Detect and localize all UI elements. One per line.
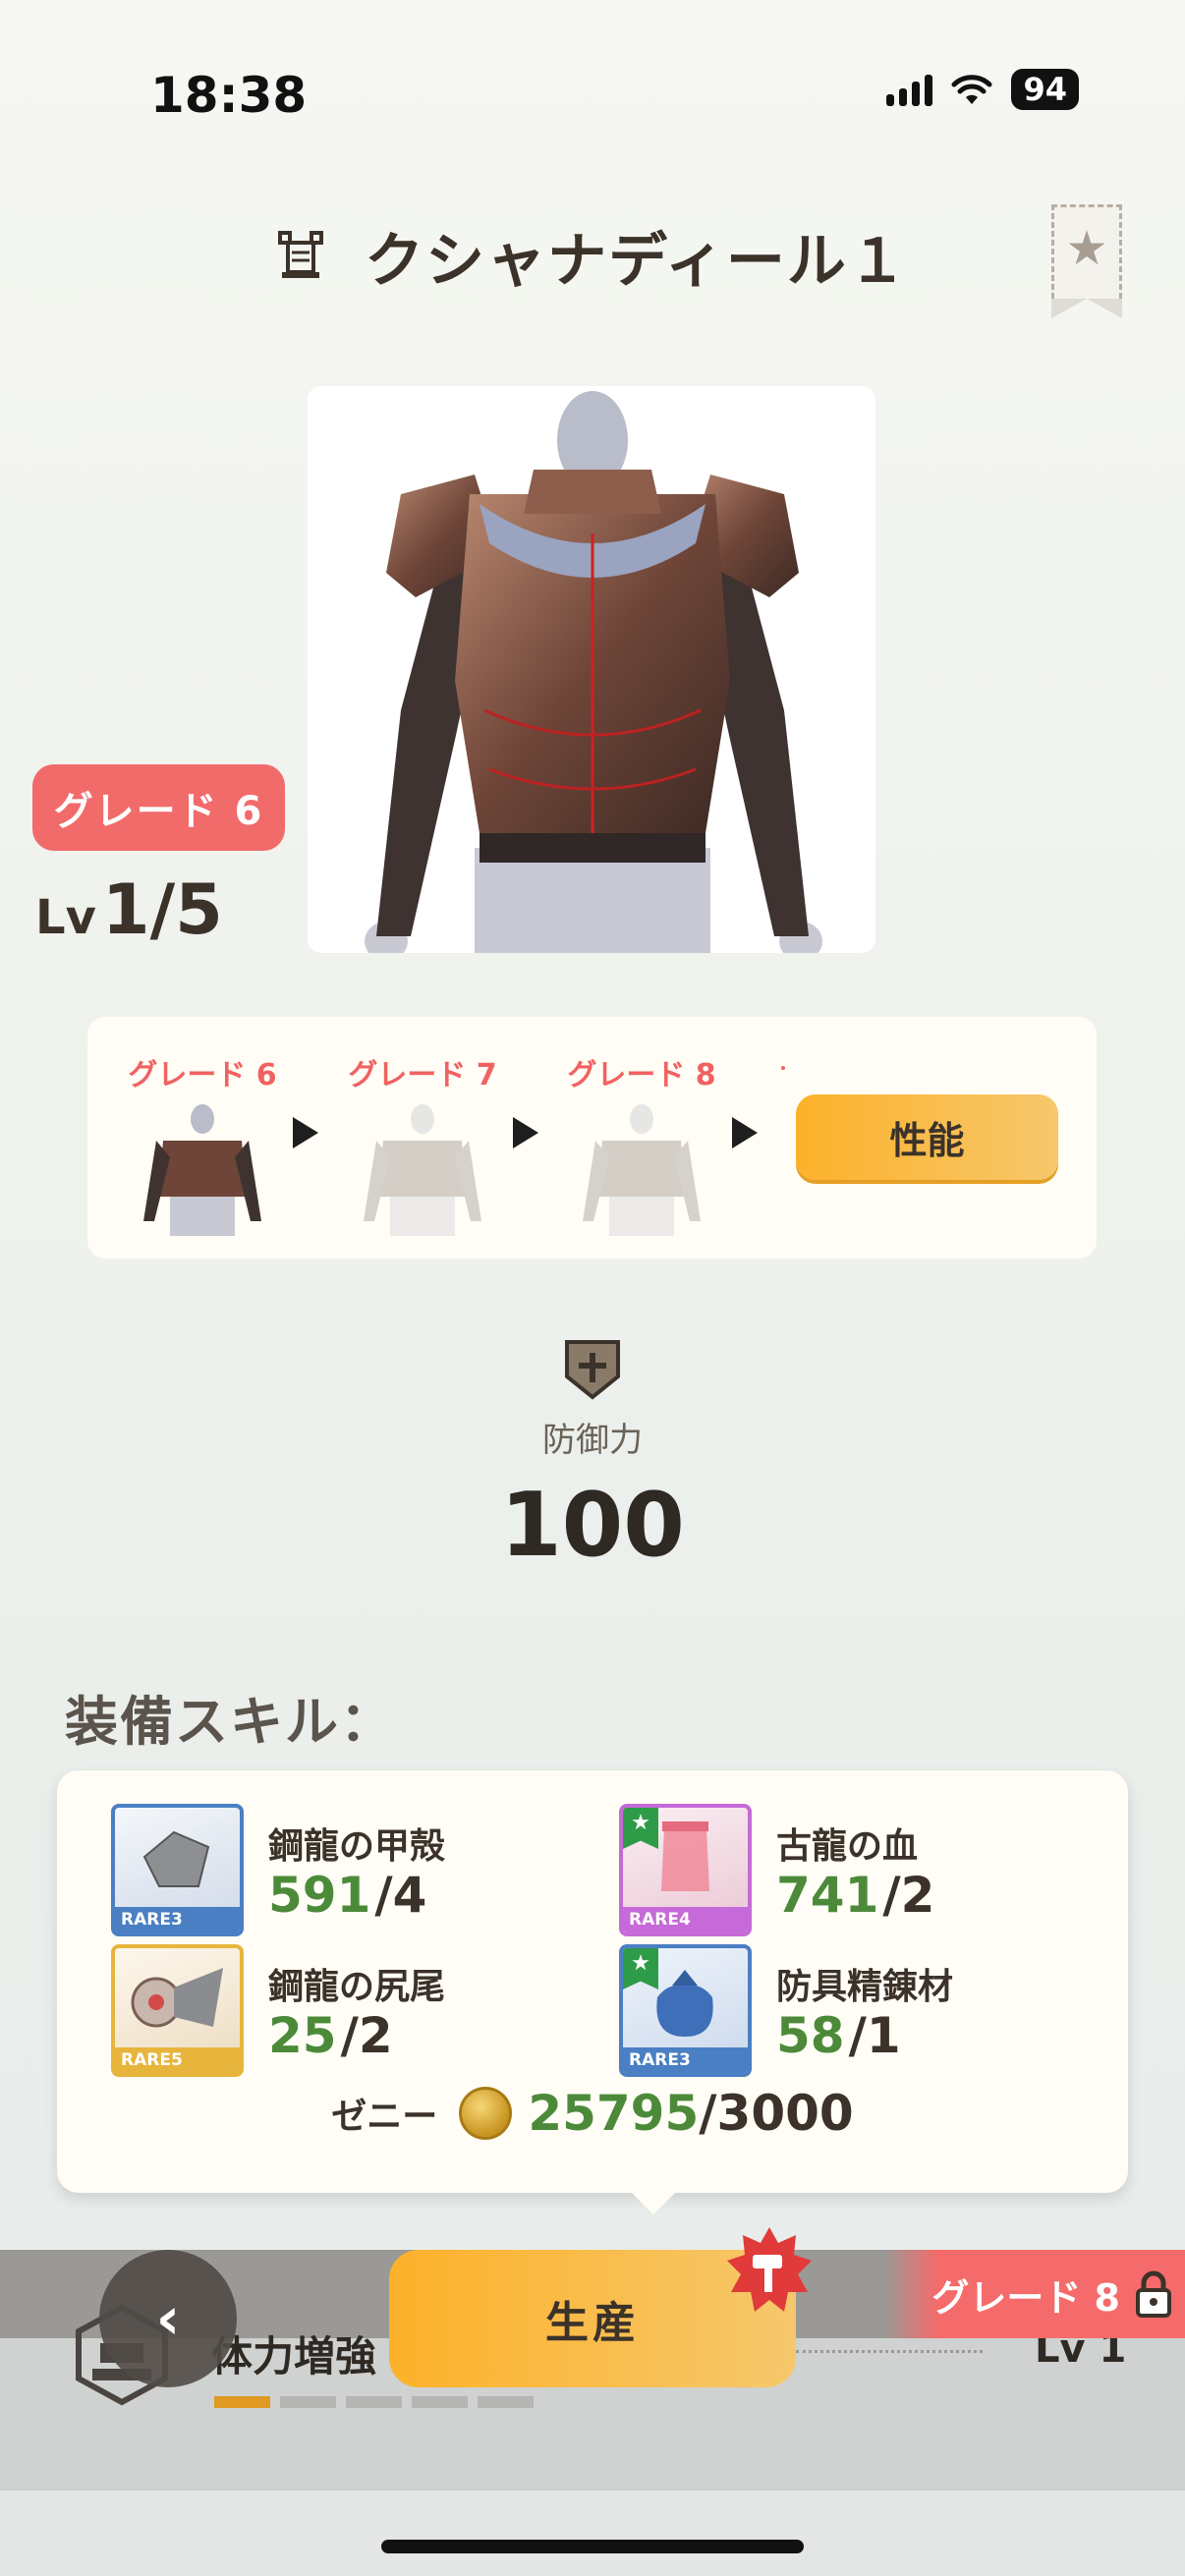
home-area [0,2491,1185,2576]
armor-preview [308,386,875,953]
chevron-left-icon: ‹ [155,2284,181,2353]
skills-title: 装備スキル： [65,1691,395,1753]
status-icons: 94 [886,69,1079,110]
defense-label: 防御力 [542,1421,643,1460]
rarity-label: RARE3 [623,2047,748,2073]
material-item[interactable]: RARE5 鋼龍の尻尾 25/2 [111,1944,563,2077]
material-name: 鋼龍の甲殻 [268,1826,446,1867]
rarity-label: RARE5 [115,2047,240,2073]
defense-value: 100 [500,1474,685,1577]
item-level: Lv 1/5 [35,869,223,950]
material-item[interactable]: ★ RARE3 防具精錬材 58/1 [619,1944,1071,2077]
arrow-icon [513,1117,538,1148]
coin-icon [459,2087,513,2140]
page-header: クシャナディール１ [0,211,1185,300]
materials-panel: RARE3 鋼龍の甲殻 591/4 ★ RARE4 古龍の血 741/2 RAR… [57,1770,1128,2214]
progress-segment [280,2396,336,2408]
zeny-label: ゼニー [331,2097,438,2137]
material-item[interactable]: ★ RARE4 古龍の血 741/2 [619,1804,1071,1936]
material-count: 741/2 [776,1867,935,1924]
refining-material-icon: ★ RARE3 [619,1944,752,2077]
grade-lock-label: グレード 8 [931,2275,1120,2320]
blood-material-icon: ★ RARE4 [619,1804,752,1936]
material-name: 鋼龍の尻尾 [268,1967,446,2007]
armor-thumbnail [364,1104,481,1236]
next-grade-lock[interactable]: グレード 8 [884,2250,1185,2338]
shell-material-icon: RARE3 [111,1804,244,1936]
skill-progress [214,2396,534,2408]
grade-stage-7[interactable]: グレード 7 [344,1050,501,1240]
grade-stage-6[interactable]: グレード 6 [124,1050,281,1240]
level-prefix: Lv [35,890,96,945]
grade-stage-8[interactable]: グレード 8 [563,1050,720,1240]
material-item[interactable]: RARE3 鋼龍の甲殻 591/4 [111,1804,563,1936]
page-title: クシャナディール１ [365,226,909,296]
grade-track: グレード 6 グレード 7 グレード 8 性能 [87,1017,1097,1259]
marker-dot [781,1066,785,1070]
performance-button[interactable]: 性能 [796,1094,1058,1180]
lock-icon [1136,2270,1171,2318]
grade-stage-label: グレード 8 [567,1058,716,1092]
wifi-icon [951,75,992,104]
material-count: 591/4 [268,1867,427,1924]
material-count: 58/1 [776,2007,901,2064]
dotted-divider [796,2350,983,2353]
skill-name: 体力増強 [211,2332,377,2380]
tail-material-icon: RARE5 [111,1944,244,2077]
arrow-icon [293,1117,318,1148]
grade-stage-label: グレード 7 [348,1058,497,1092]
zeny-count: 25795/3000 [528,2085,854,2142]
rarity-label: RARE3 [115,1907,240,1932]
material-name: 防具精錬材 [776,1967,954,2007]
material-count: 25/2 [268,2007,393,2064]
zeny-cost: ゼニー 25795/3000 [57,2085,1128,2142]
material-name: 古龍の血 [776,1826,919,1867]
battery-indicator: 94 [1011,69,1079,110]
star-icon: ★ [1065,221,1108,276]
rarity-label: RARE4 [623,1907,748,1932]
armor-thumbnail [583,1104,701,1236]
progress-segment [214,2396,270,2408]
grade-stage-label: グレード 6 [128,1058,277,1092]
status-time: 18:38 [150,67,308,124]
home-indicator [381,2540,804,2553]
favorite-button[interactable]: ★ [1051,204,1122,318]
armor-model-image [308,386,875,953]
arrow-icon [732,1117,758,1148]
level-value: 1/5 [101,869,223,950]
hammer-icon [727,2227,812,2312]
grade-badge: グレード 6 [32,764,285,851]
signal-icon [886,73,933,106]
progress-segment [478,2396,534,2408]
chest-armor-icon [278,231,324,278]
defense-shield-icon [565,1340,620,1400]
back-button[interactable]: ‹ [99,2250,237,2387]
progress-segment [346,2396,402,2408]
progress-segment [412,2396,468,2408]
armor-thumbnail [143,1104,261,1236]
